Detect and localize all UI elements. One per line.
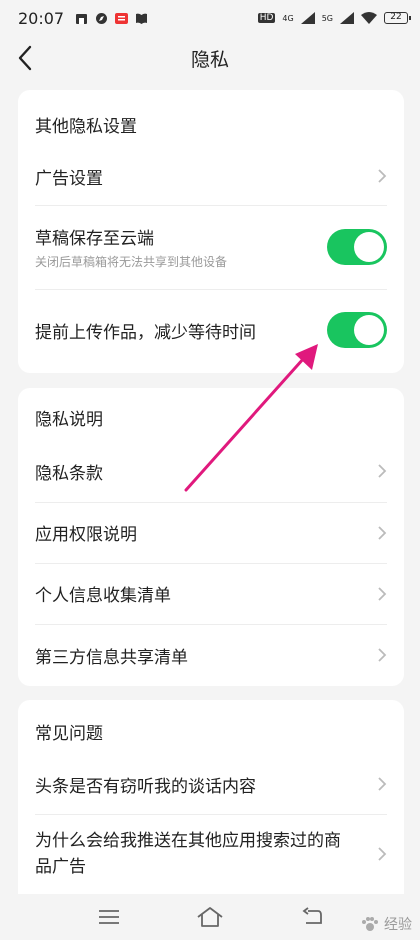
row-label: 草稿保存至云端	[35, 229, 154, 249]
battery-level: 22	[390, 12, 402, 22]
privacy-terms-row[interactable]: 隐私条款	[18, 440, 404, 502]
section-title: 隐私说明	[35, 410, 103, 430]
status-bar: 20:07 HD 4G 5G 22	[0, 0, 420, 36]
battery-icon: 22	[384, 12, 411, 24]
row-label: 头条是否有窃听我的谈话内容	[35, 776, 256, 797]
signal-icon	[300, 12, 315, 24]
menu-icon[interactable]	[98, 909, 120, 925]
chevron-right-icon	[378, 525, 387, 540]
watermark-text: 经验	[384, 917, 412, 933]
chevron-right-icon	[378, 464, 387, 478]
row-label: 第三方信息共享清单	[35, 647, 188, 668]
wifi-icon	[361, 12, 377, 24]
privacy-explanation-card: 隐私说明 隐私条款 应用权限说明 个人信息收集清单 第三方信息共享清单	[18, 388, 404, 686]
network-5g-label: 5G	[321, 13, 333, 23]
chevron-right-icon	[378, 586, 387, 601]
status-time: 20:07	[18, 8, 65, 28]
section-title: 其他隐私设置	[35, 117, 137, 137]
draft-cloud-save-row: 草稿保存至云端 关闭后草稿箱将无法共享到其他设备	[18, 205, 404, 289]
toggle-knob	[354, 232, 384, 262]
signal-icon-2	[340, 12, 354, 24]
home-icon[interactable]	[196, 906, 224, 928]
back-nav-icon[interactable]	[300, 907, 322, 927]
ad-settings-row[interactable]: 广告设置	[18, 147, 404, 205]
nav-bar: 隐私	[0, 36, 420, 80]
early-upload-row: 提前上传作品，减少等待时间	[18, 289, 404, 371]
row-label: 应用权限说明	[35, 525, 137, 545]
faq-eavesdrop-row[interactable]: 头条是否有窃听我的谈话内容	[18, 754, 404, 814]
early-upload-toggle[interactable]	[327, 312, 387, 348]
hd-badge: HD	[257, 13, 276, 23]
chevron-right-icon	[378, 847, 387, 861]
personal-info-list-row[interactable]: 个人信息收集清单	[18, 563, 404, 624]
row-label: 个人信息收集清单	[35, 586, 171, 606]
toggle-knob	[354, 315, 384, 345]
app-notification-icon	[76, 13, 88, 24]
row-label: 提前上传作品，减少等待时间	[35, 322, 256, 343]
paw-logo-icon	[362, 917, 378, 931]
row-label: 为什么会给我推送在其他应用搜索过的商品广告	[35, 830, 341, 877]
system-nav-bar	[0, 894, 420, 940]
chevron-right-icon	[378, 648, 387, 662]
book-icon	[136, 13, 148, 24]
app-permissions-row[interactable]: 应用权限说明	[18, 502, 404, 563]
chevron-right-icon	[378, 169, 387, 183]
compass-icon	[96, 12, 108, 24]
network-4g-label: 4G	[282, 13, 294, 23]
row-label: 隐私条款	[35, 463, 103, 484]
draft-cloud-save-toggle[interactable]	[327, 229, 387, 265]
watermark: 经验	[359, 914, 412, 934]
section-title: 常见问题	[35, 724, 103, 744]
page-title: 隐私	[190, 48, 229, 71]
row-label: 广告设置	[35, 168, 103, 189]
chevron-right-icon	[378, 777, 387, 791]
faq-ad-push-row[interactable]: 为什么会给我推送在其他应用搜索过的商品广告	[18, 814, 404, 894]
news-app-icon	[115, 12, 129, 24]
faq-card: 常见问题 头条是否有窃听我的谈话内容 为什么会给我推送在其他应用搜索过的商品广告	[18, 700, 404, 894]
third-party-sharing-row[interactable]: 第三方信息共享清单	[18, 624, 404, 686]
other-privacy-settings-card: 其他隐私设置 广告设置 草稿保存至云端 关闭后草稿箱将无法共享到其他设备 提前上…	[18, 90, 404, 373]
back-button[interactable]	[10, 42, 40, 74]
back-arrow-icon	[18, 45, 32, 71]
row-description: 关闭后草稿箱将无法共享到其他设备	[35, 255, 228, 269]
